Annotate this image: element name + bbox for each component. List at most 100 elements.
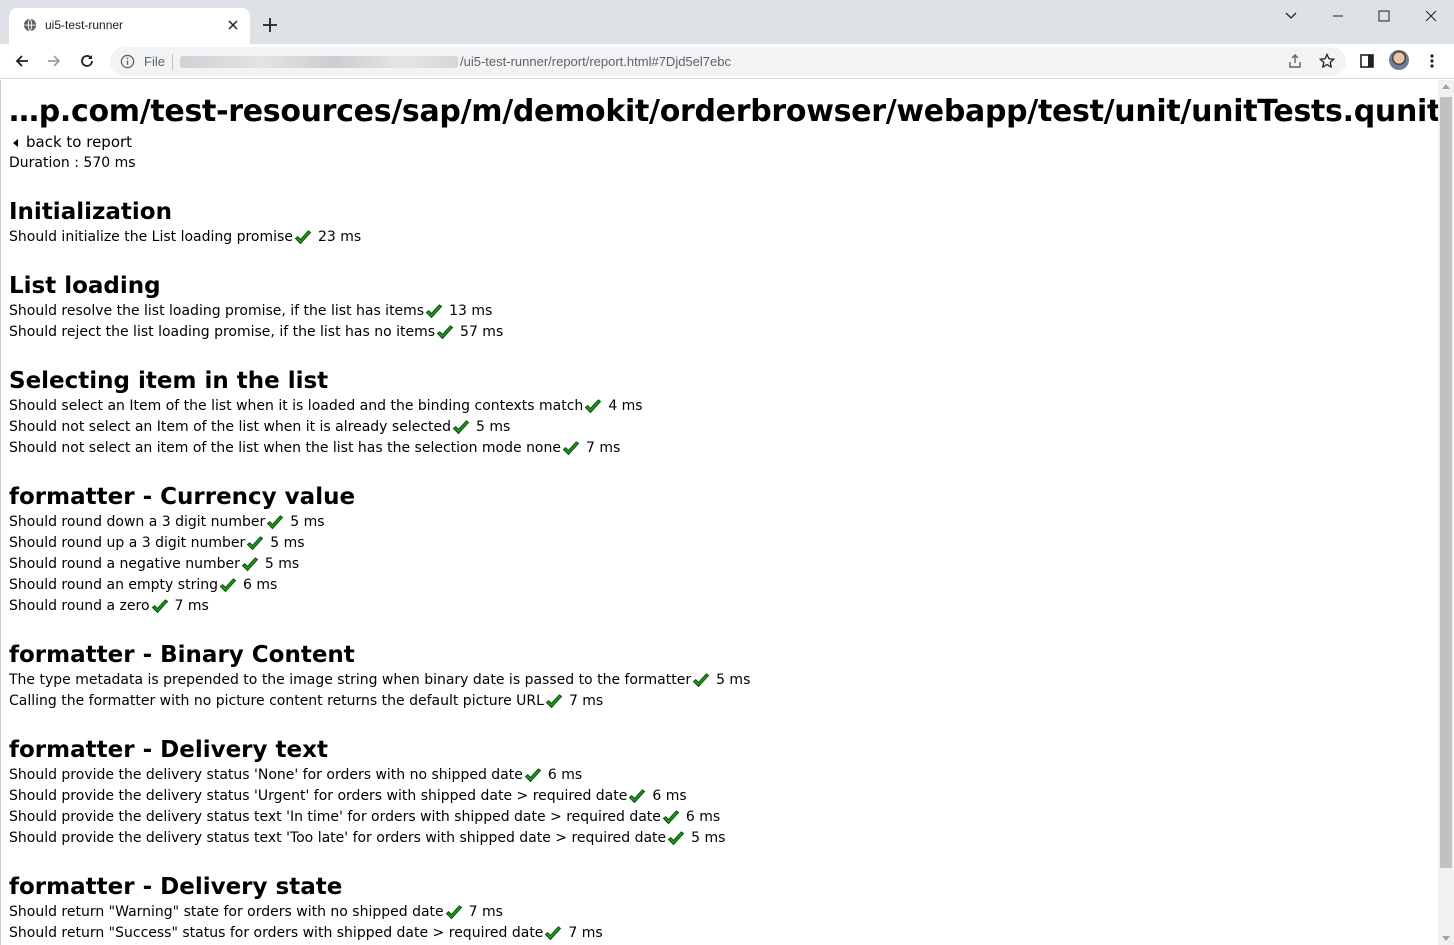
new-tab-icon[interactable] bbox=[261, 16, 279, 34]
test-label: Should resolve the list loading promise,… bbox=[9, 303, 425, 319]
test-duration: 5 ms bbox=[476, 419, 511, 435]
url-separator bbox=[172, 54, 173, 70]
test-label: Should round a zero bbox=[9, 598, 150, 614]
check-icon bbox=[241, 556, 259, 571]
back-arrow-icon[interactable] bbox=[12, 51, 32, 71]
test-label: Should round up a 3 digit number bbox=[9, 535, 246, 551]
test-duration: 5 ms bbox=[264, 556, 300, 572]
test-row: Should round a negative number 5 ms bbox=[9, 554, 1428, 575]
test-row: Should provide the delivery status text … bbox=[9, 828, 1428, 849]
tab-search-icon[interactable] bbox=[1276, 6, 1306, 26]
test-module: Initialization Should initialize the List… bbox=[9, 197, 1428, 248]
page-viewport: …p.com/test-resources/sap/m/demokit/orde… bbox=[0, 80, 1438, 945]
test-row: Should not select an Item of the list wh… bbox=[9, 417, 1428, 438]
check-icon bbox=[585, 398, 602, 413]
scrollbar-thumb[interactable] bbox=[1440, 97, 1452, 868]
test-row: Calling the formatter with no picture co… bbox=[9, 691, 1428, 712]
test-row: Should round down a 3 digit number 5 ms bbox=[9, 512, 1428, 533]
module-title: List loading bbox=[9, 273, 161, 299]
test-duration: 6 ms bbox=[685, 809, 721, 825]
test-row: Should provide the delivery status 'None… bbox=[9, 765, 1428, 786]
duration-text: Duration : 570 ms bbox=[9, 155, 136, 171]
test-label: Should initialize the List loading promi… bbox=[9, 229, 293, 245]
check-icon bbox=[452, 419, 470, 434]
test-row: Should round a zero 7 ms bbox=[9, 596, 1428, 617]
minimize-icon[interactable] bbox=[1323, 6, 1353, 26]
test-row: Should reject the list loading promise, … bbox=[9, 322, 1428, 343]
test-label: Calling the formatter with no picture co… bbox=[9, 693, 544, 709]
test-duration: 5 ms bbox=[270, 535, 305, 551]
test-duration: 6 ms bbox=[242, 577, 278, 593]
address-bar[interactable]: File /ui5-test-runner/report/report.html… bbox=[110, 47, 1346, 76]
profile-avatar[interactable] bbox=[1389, 50, 1409, 70]
module-title: Selecting item in the list bbox=[9, 368, 329, 394]
test-label: Should round down a 3 digit number bbox=[9, 514, 266, 530]
check-icon bbox=[662, 809, 680, 824]
test-duration: 7 ms bbox=[568, 925, 603, 941]
star-bookmark-icon[interactable] bbox=[1317, 51, 1337, 71]
test-row: Should round an empty string 6 ms bbox=[9, 575, 1428, 596]
check-icon bbox=[151, 598, 168, 613]
tab-title: ui5-test-runner bbox=[45, 18, 124, 32]
maximize-icon[interactable] bbox=[1369, 6, 1399, 26]
test-module: Selecting item in the list Should select … bbox=[9, 366, 1428, 459]
module-title: Initialization bbox=[9, 199, 172, 225]
forward-arrow-icon[interactable] bbox=[44, 51, 64, 71]
test-duration: 7 ms bbox=[174, 598, 209, 614]
test-label: Should not select an item of the list wh… bbox=[9, 440, 561, 456]
test-label: Should round a negative number bbox=[9, 556, 240, 572]
test-label: Should not select an Item of the list wh… bbox=[9, 419, 452, 435]
test-label: Should return "Warning" state for orders… bbox=[9, 904, 444, 920]
browser-toolbar: File /ui5-test-runner/report/report.html… bbox=[0, 44, 1454, 79]
kebab-menu-icon[interactable] bbox=[1422, 51, 1442, 71]
test-module: formatter - Currency value Should round d… bbox=[9, 482, 1428, 617]
tab-strip: ui5-test-runner bbox=[0, 0, 1454, 44]
test-duration: 4 ms bbox=[608, 398, 643, 414]
test-duration: 7 ms bbox=[586, 440, 621, 456]
side-panel-icon[interactable] bbox=[1357, 51, 1377, 71]
page-title: …p.com/test-resources/sap/m/demokit/orde… bbox=[9, 94, 1438, 129]
test-label: Should provide the delivery status text … bbox=[9, 830, 667, 846]
check-icon bbox=[692, 672, 710, 687]
url-scheme: File bbox=[144, 54, 165, 69]
test-modules: Initialization Should initialize the List… bbox=[9, 197, 1428, 945]
browser-tab[interactable]: ui5-test-runner bbox=[9, 8, 250, 44]
test-row: The type metadata is prepended to the im… bbox=[9, 670, 1428, 691]
close-window-icon[interactable] bbox=[1416, 6, 1446, 26]
test-label: Should select an Item of the list when i… bbox=[9, 398, 584, 414]
info-icon[interactable] bbox=[120, 54, 135, 69]
test-row: Should return "Success" status for order… bbox=[9, 923, 1428, 944]
close-tab-icon[interactable] bbox=[226, 18, 240, 32]
url-redacted-path bbox=[180, 56, 458, 68]
caret-left-icon bbox=[13, 138, 18, 147]
scroll-up-arrow-icon[interactable] bbox=[1442, 84, 1450, 89]
test-label: Should provide the delivery status 'None… bbox=[9, 767, 523, 783]
test-row: Should provide the delivery status 'Urge… bbox=[9, 786, 1428, 807]
check-icon bbox=[436, 324, 454, 339]
report-content: …p.com/test-resources/sap/m/demokit/orde… bbox=[1, 80, 1438, 945]
test-label: Should provide the delivery status 'Urge… bbox=[9, 788, 628, 804]
url-text: /ui5-test-runner/report/report.html#7Djd… bbox=[460, 54, 731, 69]
test-duration: 5 ms bbox=[691, 830, 726, 846]
check-icon bbox=[425, 303, 443, 318]
test-row: Should resolve the list loading promise,… bbox=[9, 301, 1428, 322]
check-icon bbox=[294, 229, 312, 244]
scroll-down-arrow-icon[interactable] bbox=[1442, 936, 1450, 941]
module-title: formatter - Delivery text bbox=[9, 737, 328, 763]
test-row: Should select an Item of the list when i… bbox=[9, 396, 1428, 417]
check-icon bbox=[445, 904, 462, 919]
check-icon bbox=[247, 535, 264, 550]
test-row: Should provide the delivery status text … bbox=[9, 807, 1428, 828]
test-label: The type metadata is prepended to the im… bbox=[9, 672, 692, 688]
vertical-scrollbar[interactable] bbox=[1438, 80, 1454, 945]
test-duration: 6 ms bbox=[652, 788, 687, 804]
test-duration: 6 ms bbox=[547, 767, 583, 783]
module-title: formatter - Binary Content bbox=[9, 642, 355, 668]
test-duration: 7 ms bbox=[468, 904, 503, 920]
test-label: Should return "Success" status for order… bbox=[9, 925, 544, 941]
share-icon[interactable] bbox=[1285, 51, 1305, 71]
test-module: formatter - Delivery text Should provide … bbox=[9, 735, 1428, 849]
module-title: formatter - Currency value bbox=[9, 484, 356, 510]
reload-icon[interactable] bbox=[77, 51, 97, 71]
back-to-report-link[interactable]: back to report bbox=[9, 132, 1428, 153]
